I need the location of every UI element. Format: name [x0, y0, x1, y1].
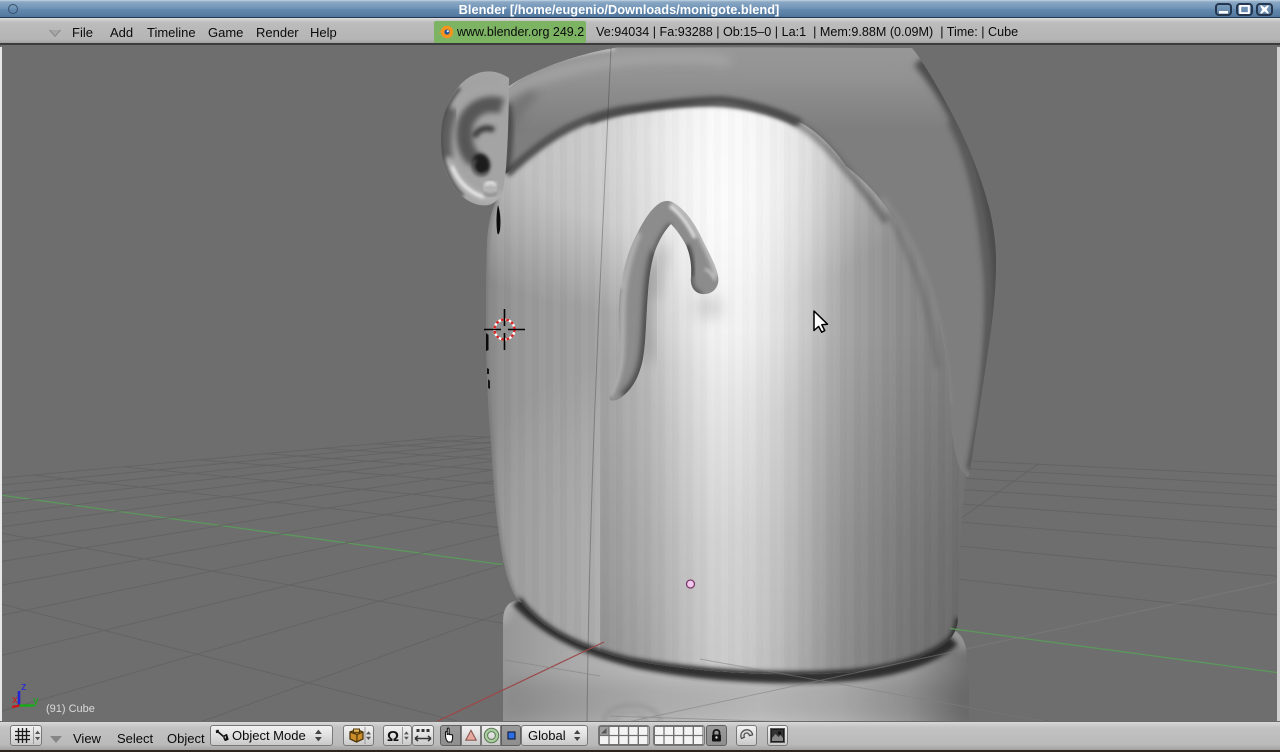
- svg-text:Object Mode: Object Mode: [232, 728, 306, 743]
- svg-text:y: y: [33, 695, 39, 707]
- svg-text:(91) Cube: (91) Cube: [46, 703, 95, 715]
- svg-text:Global: Global: [528, 728, 566, 743]
- svg-text:Ω: Ω: [387, 728, 399, 745]
- svg-text:x: x: [12, 694, 18, 706]
- svg-text:z: z: [21, 681, 27, 693]
